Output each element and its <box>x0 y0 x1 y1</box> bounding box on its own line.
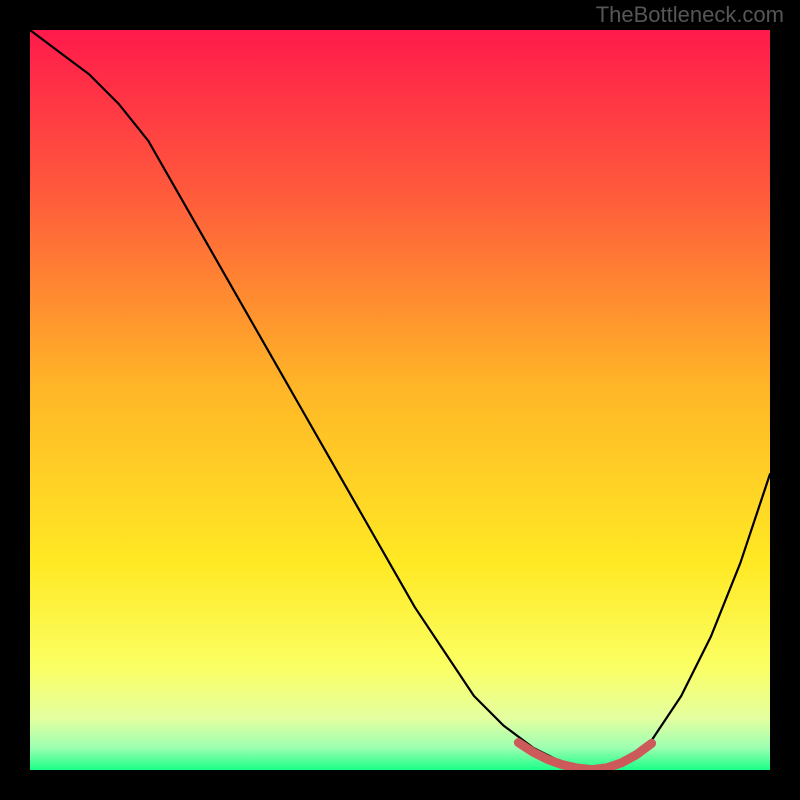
bottleneck-chart <box>30 30 770 770</box>
chart-container: TheBottleneck.com <box>0 0 800 800</box>
attribution-text: TheBottleneck.com <box>596 2 784 28</box>
gradient-background <box>30 30 770 770</box>
